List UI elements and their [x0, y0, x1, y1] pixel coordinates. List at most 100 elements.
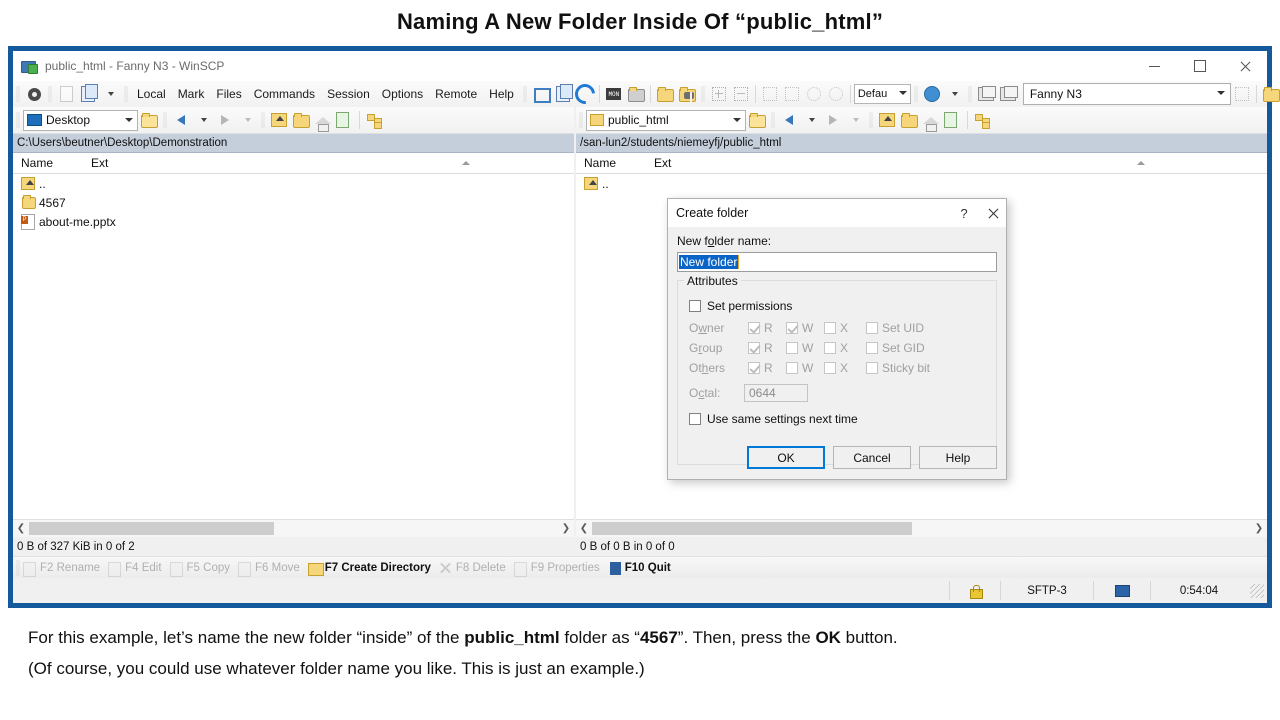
synchronize-icon[interactable]: [654, 83, 676, 105]
properties-icon[interactable]: [997, 83, 1019, 105]
scroll-thumb[interactable]: [29, 522, 274, 535]
scroll-thumb[interactable]: [592, 522, 912, 535]
console-icon[interactable]: MON: [603, 83, 625, 105]
others-read-checkbox[interactable]: R: [744, 361, 782, 375]
root-directory-icon[interactable]: [290, 109, 312, 131]
chevron-down-icon[interactable]: [99, 83, 121, 105]
synchronize-browsing-icon[interactable]: [570, 79, 599, 109]
toolbar-grip-icon[interactable]: [163, 112, 167, 128]
resize-grip-icon[interactable]: [1250, 583, 1264, 598]
toolbar-grip-icon[interactable]: [913, 86, 918, 102]
lock-icon[interactable]: [949, 581, 1000, 600]
gear-icon[interactable]: [23, 83, 45, 105]
parent-directory-icon[interactable]: [268, 109, 290, 131]
toolbar-grip-icon[interactable]: [522, 86, 527, 102]
home-directory-icon[interactable]: [920, 109, 942, 132]
owner-read-checkbox[interactable]: R: [744, 321, 782, 335]
group-execute-checkbox[interactable]: X: [820, 341, 862, 355]
sticky-bit-checkbox[interactable]: Sticky bit: [862, 361, 930, 375]
open-terminal-icon[interactable]: [625, 83, 647, 105]
toolbar-grip-icon[interactable]: [48, 86, 52, 102]
use-same-settings-row[interactable]: Use same settings next time: [689, 412, 858, 426]
use-same-settings-checkbox[interactable]: [689, 413, 701, 425]
scroll-right-icon[interactable]: ❯: [1251, 521, 1267, 536]
new-session-tab-icon[interactable]: [552, 83, 574, 105]
f6-move-button[interactable]: F6 Move: [238, 561, 300, 577]
menu-options[interactable]: Options: [376, 85, 429, 103]
scroll-track[interactable]: [29, 521, 558, 536]
save-session-icon[interactable]: [1260, 83, 1280, 105]
list-item[interactable]: ..: [576, 174, 1267, 193]
remote-desktop-icon[interactable]: [1093, 581, 1150, 600]
f7-create-directory-button[interactable]: F7 Create Directory: [307, 561, 431, 576]
scroll-left-icon[interactable]: ❮: [576, 521, 592, 536]
close-button[interactable]: [1222, 51, 1267, 81]
toolbar-grip-icon[interactable]: [771, 112, 775, 128]
column-header-ext[interactable]: Ext: [654, 156, 774, 170]
others-write-checkbox[interactable]: W: [782, 361, 820, 375]
back-dropdown-icon[interactable]: [192, 109, 214, 131]
scroll-left-icon[interactable]: ❮: [13, 521, 29, 536]
remote-path-bar[interactable]: /san-lun2/students/niemeyfj/public_html: [576, 134, 1267, 153]
cancel-button[interactable]: Cancel: [833, 446, 911, 469]
chevron-down-icon[interactable]: [943, 83, 965, 105]
local-open-folder-icon[interactable]: [138, 109, 160, 131]
owner-execute-checkbox[interactable]: X: [820, 321, 862, 335]
clear-session-icon[interactable]: [1231, 83, 1253, 105]
copy-documents-icon[interactable]: [77, 83, 99, 105]
local-path-bar[interactable]: C:\Users\beutner\Desktop\Demonstration: [13, 134, 574, 153]
session-combo[interactable]: Fanny N3: [1022, 83, 1231, 105]
refresh-icon[interactable]: [334, 109, 356, 131]
menu-session[interactable]: Session: [321, 85, 376, 103]
list-item[interactable]: about-me.pptx: [13, 212, 574, 231]
group-write-checkbox[interactable]: W: [782, 341, 820, 355]
menu-local[interactable]: Local: [131, 85, 172, 103]
group-read-checkbox[interactable]: R: [744, 341, 782, 355]
back-dropdown-icon[interactable]: [800, 109, 822, 131]
list-item[interactable]: ..: [13, 174, 574, 193]
refresh-icon[interactable]: [942, 109, 964, 131]
menu-help[interactable]: Help: [483, 85, 520, 103]
local-drive-combo[interactable]: Desktop: [23, 109, 138, 131]
set-permissions-checkbox[interactable]: [689, 300, 701, 312]
owner-write-checkbox[interactable]: W: [782, 321, 820, 335]
local-file-list[interactable]: .. 4567 about-me.pptx: [13, 174, 574, 519]
menu-commands[interactable]: Commands: [248, 85, 321, 103]
back-icon[interactable]: [170, 109, 192, 131]
octal-input[interactable]: 0644: [744, 384, 808, 402]
f4-edit-button[interactable]: F4 Edit: [108, 561, 162, 577]
dialog-close-button[interactable]: [978, 200, 1006, 227]
remote-horizontal-scrollbar[interactable]: ❮ ❯: [576, 519, 1267, 537]
remote-directory-combo[interactable]: public_html: [586, 109, 746, 131]
f8-delete-button[interactable]: F8 Delete: [439, 561, 506, 575]
find-files-icon[interactable]: [676, 83, 698, 105]
transfer-settings-combo[interactable]: Defau: [853, 84, 911, 104]
scroll-right-icon[interactable]: ❯: [558, 521, 574, 536]
column-header-name[interactable]: Name: [13, 156, 91, 170]
toolbar-grip-icon[interactable]: [16, 559, 20, 576]
directory-tree-icon[interactable]: [971, 109, 993, 131]
toolbar-grip-icon[interactable]: [967, 86, 972, 102]
new-folder-name-input[interactable]: New folder: [677, 252, 997, 272]
session-log-icon[interactable]: [55, 83, 77, 105]
back-icon[interactable]: [778, 109, 800, 131]
root-directory-icon[interactable]: [898, 109, 920, 131]
help-icon[interactable]: ?: [950, 200, 978, 227]
toolbar-grip-icon[interactable]: [124, 86, 128, 102]
f5-copy-button[interactable]: F5 Copy: [169, 561, 230, 577]
toolbar-grip-icon[interactable]: [700, 86, 705, 102]
f2-rename-button[interactable]: F2 Rename: [23, 561, 100, 577]
toolbar-grip-icon[interactable]: [261, 112, 265, 128]
menu-remote[interactable]: Remote: [429, 85, 483, 103]
maximize-button[interactable]: [1177, 51, 1222, 81]
toolbar-grip-icon[interactable]: [16, 86, 20, 102]
open-session-icon[interactable]: [530, 83, 552, 105]
menu-mark[interactable]: Mark: [172, 85, 211, 103]
column-header-ext[interactable]: Ext: [91, 156, 211, 170]
directory-tree-icon[interactable]: [363, 109, 385, 131]
set-gid-checkbox[interactable]: Set GID: [862, 341, 925, 355]
ok-button[interactable]: OK: [747, 446, 825, 469]
toolbar-grip-icon[interactable]: [869, 112, 873, 128]
local-horizontal-scrollbar[interactable]: ❮ ❯: [13, 519, 574, 537]
toolbar-grip-icon[interactable]: [579, 112, 583, 128]
